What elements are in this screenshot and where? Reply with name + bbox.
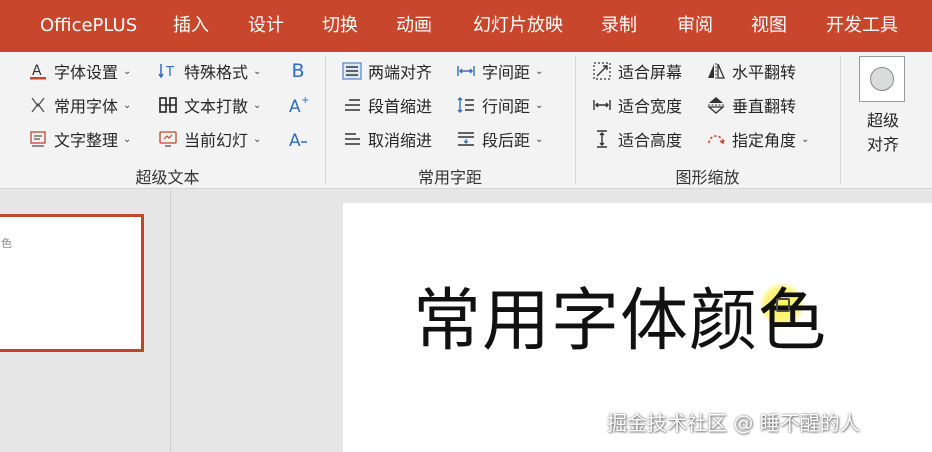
justify-button[interactable]: 两端对齐 xyxy=(342,58,432,84)
space-after-label: 段后距 xyxy=(482,131,531,150)
fit-height-button[interactable]: 适合高度 xyxy=(592,126,682,152)
super-align-icon xyxy=(859,56,905,102)
super-align-button[interactable]: 超级对齐 ⌄ xyxy=(848,54,918,160)
fit-screen-icon xyxy=(592,61,612,81)
chevron-down-icon: ⌄ xyxy=(801,133,810,145)
tab-view[interactable]: 视图 xyxy=(751,0,787,52)
svg-text:A: A xyxy=(289,131,301,150)
tab-developer[interactable]: 开发工具 xyxy=(826,0,898,52)
line-spacing-label: 行间距 xyxy=(482,97,531,116)
outdent-icon xyxy=(342,129,362,149)
chevron-down-icon: ⌄ xyxy=(253,99,262,111)
group-divider xyxy=(575,56,576,184)
fit-screen-button[interactable]: 适合屏幕 xyxy=(592,58,682,84)
font-replace-icon xyxy=(28,95,48,115)
tab-transitions[interactable]: 切换 xyxy=(322,0,358,52)
group-divider xyxy=(325,56,326,184)
watermark: 掘金技术社区 @ 睡不醒的人 xyxy=(607,411,860,435)
font-settings-label: 字体设置 xyxy=(54,63,119,82)
cancel-indent-label: 取消缩进 xyxy=(368,131,433,150)
text-split-label: 文本打散 xyxy=(184,97,249,116)
increase-font-icon[interactable]: A + xyxy=(287,94,309,116)
flip-vertical-button[interactable]: 垂直翻转 xyxy=(706,92,796,118)
chevron-down-icon: ⌄ xyxy=(253,65,262,77)
tab-review[interactable]: 审阅 xyxy=(677,0,713,52)
line-spacing-icon xyxy=(456,95,476,115)
font-settings-button[interactable]: A 字体设置 ⌄ xyxy=(28,58,131,84)
space-after-button[interactable]: 段后距 ⌄ xyxy=(456,126,543,152)
group-label-common-spacing: 常用字距 xyxy=(417,168,482,187)
fit-width-icon xyxy=(592,95,612,115)
rotate-angle-label: 指定角度 xyxy=(732,131,797,150)
slide-thumbnail-pane: 色 xyxy=(0,190,171,452)
flip-vertical-icon xyxy=(706,95,726,115)
tab-record[interactable]: 录制 xyxy=(601,0,637,52)
tab-insert[interactable]: 插入 xyxy=(173,0,209,52)
bold-icon[interactable]: B xyxy=(287,60,309,82)
group-label-super-text: 超级文本 xyxy=(135,168,200,187)
common-fonts-button[interactable]: 常用字体 ⌄ xyxy=(28,92,131,118)
group-label-shape-zoom: 图形缩放 xyxy=(675,168,740,187)
chevron-down-icon: ⌄ xyxy=(891,140,900,151)
special-format-icon: T xyxy=(158,61,178,81)
text-organize-label: 文字整理 xyxy=(54,131,119,150)
flip-vertical-label: 垂直翻转 xyxy=(732,97,797,116)
chevron-down-icon: ⌄ xyxy=(535,65,544,77)
line-spacing-button[interactable]: 行间距 ⌄ xyxy=(456,92,543,118)
font-color-icon: A xyxy=(28,61,48,81)
decrease-font-icon[interactable]: A xyxy=(287,128,309,150)
flip-horizontal-button[interactable]: 水平翻转 xyxy=(706,58,796,84)
tab-slideshow[interactable]: 幻灯片放映 xyxy=(473,0,563,52)
chevron-down-icon: ⌄ xyxy=(535,99,544,111)
svg-text:A: A xyxy=(32,63,42,79)
char-spacing-button[interactable]: 字间距 ⌄ xyxy=(456,58,543,84)
fit-height-icon xyxy=(592,129,612,149)
special-format-button[interactable]: T 特殊格式 ⌄ xyxy=(158,58,261,84)
slide-title-text[interactable]: 常用字体颜色 xyxy=(413,265,827,364)
fit-height-label: 适合高度 xyxy=(618,131,683,150)
char-spacing-label: 字间距 xyxy=(482,63,531,82)
justify-label: 两端对齐 xyxy=(368,63,433,82)
selection-handle-icon xyxy=(776,298,790,312)
svg-text:A: A xyxy=(289,97,301,116)
text-split-icon xyxy=(158,95,178,115)
current-slide-button[interactable]: 当前幻灯 ⌄ xyxy=(158,126,261,152)
common-fonts-label: 常用字体 xyxy=(54,97,119,116)
flip-horizontal-label: 水平翻转 xyxy=(732,63,797,82)
rotate-angle-icon xyxy=(706,129,726,149)
text-organize-icon xyxy=(28,129,48,149)
chevron-down-icon: ⌄ xyxy=(253,133,262,145)
cancel-indent-button[interactable]: 取消缩进 xyxy=(342,126,432,152)
group-divider xyxy=(840,56,841,184)
rotate-angle-button[interactable]: 指定角度 ⌄ xyxy=(706,126,809,152)
tab-officeplus[interactable]: OfficePLUS xyxy=(40,0,137,52)
text-organize-button[interactable]: 文字整理 ⌄ xyxy=(28,126,131,152)
indent-icon xyxy=(342,95,362,115)
justify-icon xyxy=(342,61,362,81)
tab-animations[interactable]: 动画 xyxy=(396,0,432,52)
fit-width-label: 适合宽度 xyxy=(618,97,683,116)
current-slide-label: 当前幻灯 xyxy=(184,131,249,150)
slide-thumbnail[interactable]: 色 xyxy=(0,214,144,352)
special-format-label: 特殊格式 xyxy=(184,63,249,82)
svg-text:+: + xyxy=(301,95,309,106)
chevron-down-icon: ⌄ xyxy=(123,133,132,145)
flip-horizontal-icon xyxy=(706,61,726,81)
text-split-button[interactable]: 文本打散 ⌄ xyxy=(158,92,261,118)
chevron-down-icon: ⌄ xyxy=(535,133,544,145)
space-after-icon xyxy=(456,129,476,149)
chevron-down-icon: ⌄ xyxy=(123,65,132,77)
chevron-down-icon: ⌄ xyxy=(123,99,132,111)
fit-width-button[interactable]: 适合宽度 xyxy=(592,92,682,118)
ribbon-tab-bar: OfficePLUS 插入 设计 切换 动画 幻灯片放映 录制 审阅 视图 开发… xyxy=(0,0,932,52)
svg-text:T: T xyxy=(165,65,174,80)
first-line-indent-button[interactable]: 段首缩进 xyxy=(342,92,432,118)
current-slide-icon xyxy=(158,129,178,149)
first-line-indent-label: 段首缩进 xyxy=(368,97,433,116)
thumbnail-text: 色 xyxy=(1,237,12,250)
ribbon: A 字体设置 ⌄ T 特殊格式 ⌄ B 常用字体 ⌄ 文本打散 ⌄ A + 文字整理 ⌄ xyxy=(0,52,932,189)
fit-screen-label: 适合屏幕 xyxy=(618,63,683,82)
tab-design[interactable]: 设计 xyxy=(248,0,284,52)
char-spacing-icon xyxy=(456,61,476,81)
